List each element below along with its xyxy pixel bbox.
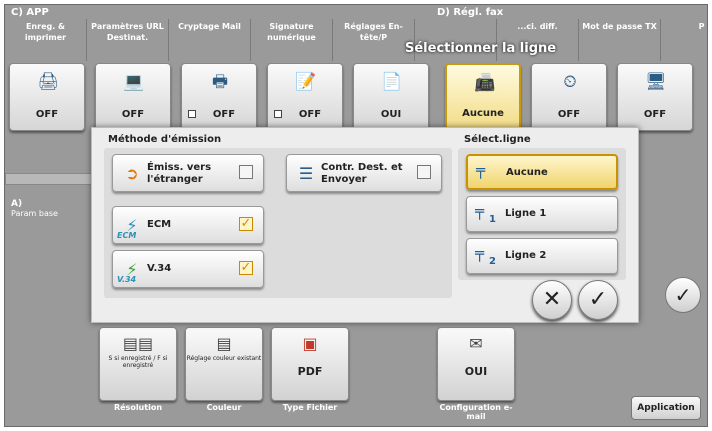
option-v34-label: V.34 (147, 263, 172, 274)
method-group-title: Méthode d'émission (108, 134, 222, 145)
url-destination-icon: 💻 (123, 72, 145, 92)
tile-file-type[interactable]: ▣ PDF (271, 327, 349, 401)
email-icon: ✉ (469, 334, 483, 353)
line-number: 2 (489, 256, 496, 267)
application-button[interactable]: Application (631, 396, 701, 420)
digital-signature-icon: 📝 (295, 72, 317, 92)
tile-color-text: Réglage couleur existant (186, 355, 262, 362)
tile-timer[interactable]: ⏲ OFF (531, 63, 607, 131)
tile-color[interactable]: ▤ Réglage couleur existant (185, 327, 263, 401)
tab-bar: Enreg. & imprimer Paramètres URL Destina… (5, 19, 707, 61)
pdf-icon: ▣ (302, 334, 318, 353)
tab-save-print[interactable]: Enreg. & imprimer (5, 19, 87, 61)
tile-value: OFF (212, 109, 236, 120)
line-number: 1 (489, 214, 496, 225)
dialog-title: Sélectionner la ligne (405, 41, 557, 56)
tile-value: OUI (380, 109, 402, 120)
option-ecm[interactable]: ⚡ ECM ECM ✓ (112, 206, 264, 244)
tab-extra[interactable]: P (661, 19, 707, 61)
tile-email-config[interactable]: ✉ OUI (437, 327, 515, 401)
line-icon: ╤ (475, 202, 485, 220)
tab-encrypt-mail[interactable]: Cryptage Mail (169, 19, 251, 61)
tile-header-footer[interactable]: 📄 OUI (353, 63, 429, 131)
tile-value: Aucune (462, 108, 504, 119)
caption-email-config: Configuration e-mail (439, 403, 513, 421)
tab-url-destination[interactable]: Paramètres URL Destinat. (87, 19, 169, 61)
tile-file-type-value: PDF (297, 365, 323, 378)
password-tx-icon: 🖥 (645, 72, 667, 92)
line-button-none[interactable]: ╤ Aucune (466, 154, 618, 190)
option-overseas-checkbox[interactable] (239, 165, 253, 179)
option-v34-checkbox[interactable]: ✓ (239, 261, 253, 275)
tile-encrypt-mail[interactable]: 🖶 OFF (181, 63, 257, 131)
ok-button[interactable]: ✓ (578, 280, 618, 320)
section-header-fax: D) Régl. fax (437, 7, 504, 18)
timer-icon: ⏲ (563, 72, 577, 92)
line-button-1[interactable]: ╤ 1 Ligne 1 (466, 196, 618, 232)
line-button-2-label: Ligne 2 (505, 250, 547, 261)
line-button-none-label: Aucune (506, 167, 548, 178)
encrypt-mail-icon: 🖶 (211, 72, 229, 92)
tile-save-print[interactable]: 🖨 OFF (9, 63, 85, 131)
ecm-icon-label: ECM (117, 231, 137, 240)
section-header-app: C) APP (11, 7, 49, 18)
option-ecm-label: ECM (147, 219, 172, 230)
line-button-1-label: Ligne 1 (505, 208, 547, 219)
color-icon: ▤ (216, 334, 232, 353)
resolution-icon: ▤▤ (122, 334, 154, 353)
tile-resolution-text: S si enregistré / F si enregistré (108, 355, 168, 369)
tab-header-footer[interactable]: Réglages En-tête/P (333, 19, 415, 61)
tile-password-tx[interactable]: 🖥 OFF (617, 63, 693, 131)
option-confirm-dest[interactable]: ☰ Contr. Dest. et Envoyer (286, 154, 442, 192)
line-icon: ╤ (475, 244, 485, 262)
select-line-dialog: Méthode d'émission ➲ Émiss. vers l'étran… (91, 127, 639, 323)
line-icon: ╤ (476, 161, 486, 179)
tile-url-destination[interactable]: 💻 OFF (95, 63, 171, 131)
tab-password-tx[interactable]: Mot de passe TX (579, 19, 661, 61)
tile-value: OFF (643, 109, 667, 120)
save-print-icon: 🖨 (37, 72, 59, 92)
option-overseas[interactable]: ➲ Émiss. vers l'étranger (112, 154, 264, 192)
tile-email-config-value: OUI (464, 365, 488, 378)
caption-file-type: Type Fichier (282, 403, 338, 412)
header-footer-icon: 📄 (381, 72, 403, 92)
tile-value: OFF (557, 109, 581, 120)
line-select-icon: 📠 (474, 73, 496, 93)
v34-icon-label: V.34 (117, 275, 137, 284)
tile-value: OFF (298, 109, 322, 120)
confirm-dest-icon: ☰ (298, 164, 314, 183)
option-v34[interactable]: ⚡ V.34 V.34 ✓ (112, 250, 264, 288)
option-ecm-checkbox[interactable]: ✓ (239, 217, 253, 231)
caption-color: Couleur (206, 403, 242, 412)
tile-value: OFF (121, 109, 145, 120)
tile-value: OFF (35, 109, 59, 120)
line-button-2[interactable]: ╤ 2 Ligne 2 (466, 238, 618, 274)
option-confirm-dest-checkbox[interactable] (417, 165, 431, 179)
confirm-button-right[interactable]: ✓ (665, 277, 701, 313)
cancel-button[interactable]: ✕ (532, 280, 572, 320)
line-group-title: Sélect.ligne (464, 134, 531, 145)
screen: C) APP D) Régl. fax Enreg. & imprimer Pa… (4, 4, 708, 427)
tile-digital-signature[interactable]: 📝 OFF (267, 63, 343, 131)
tile-line-select[interactable]: 📠 Aucune (445, 63, 521, 131)
tile-resolution[interactable]: ▤▤ S si enregistré / F si enregistré (99, 327, 177, 401)
tab-digital-signature[interactable]: Signature numérique (251, 19, 333, 61)
overseas-icon: ➲ (125, 164, 139, 183)
caption-resolution: Résolution (113, 403, 163, 412)
